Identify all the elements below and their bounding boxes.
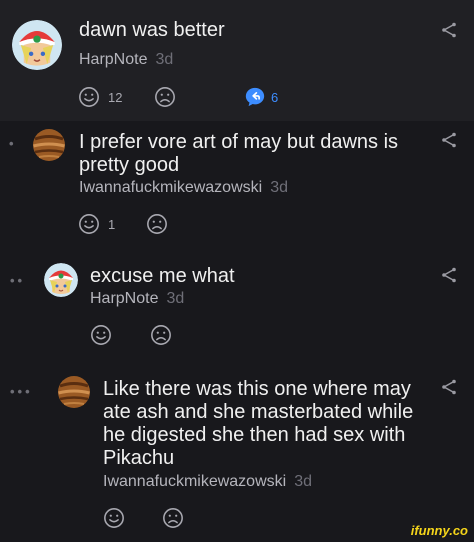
comment-item[interactable]: ••• Like there was this one where may at…	[0, 362, 474, 542]
comment-author[interactable]: Iwannafuckmikewazowski	[79, 179, 262, 196]
user-avatar[interactable]	[44, 263, 78, 297]
share-icon[interactable]	[440, 21, 458, 39]
comment-age: 3d	[294, 473, 312, 490]
like-count: 12	[108, 89, 123, 105]
smile-icon	[90, 324, 112, 346]
comment-author[interactable]: HarpNote	[79, 51, 147, 68]
reply-count: 6	[271, 89, 279, 105]
smile-button[interactable]	[90, 324, 112, 346]
smile-button[interactable]	[103, 507, 125, 529]
user-avatar[interactable]	[32, 128, 66, 162]
brown-striped-sphere-avatar-icon	[32, 128, 66, 162]
pokemon-trainer-avatar-icon	[44, 263, 78, 297]
smile-icon	[78, 213, 100, 235]
comment-meta: HarpNote 3d	[90, 289, 184, 309]
comment-text: I prefer vore art of may but dawns is pr…	[79, 131, 399, 176]
comment-age: 3d	[270, 179, 288, 196]
share-icon[interactable]	[440, 378, 458, 396]
frown-icon	[162, 507, 184, 529]
user-avatar[interactable]	[12, 20, 62, 70]
comment-meta: HarpNote 3d	[79, 50, 173, 70]
comment-text: Like there was this one where may ate as…	[103, 378, 414, 469]
smile-icon	[78, 86, 100, 108]
comment-text: excuse me what	[90, 265, 235, 287]
comment-author[interactable]: Iwannafuckmikewazowski	[103, 473, 286, 490]
comment-item[interactable]: •• excuse me what HarpNote 3d	[0, 246, 474, 362]
replies-button[interactable]: 6	[244, 86, 278, 108]
comment-age: 3d	[155, 51, 174, 68]
thread-depth-indicator: ••	[10, 273, 26, 288]
comment-text: dawn was better	[79, 19, 225, 41]
comment-item[interactable]: • I prefer vore art of may but dawns is …	[0, 121, 474, 246]
user-avatar[interactable]	[57, 375, 91, 409]
comment-meta: Iwannafuckmikewazowski 3d	[103, 472, 312, 492]
smile-button[interactable]: 1	[78, 213, 115, 235]
frown-icon	[150, 324, 172, 346]
pokemon-trainer-avatar-icon	[12, 20, 62, 70]
brown-striped-sphere-avatar-icon	[57, 375, 91, 409]
comment-meta: Iwannafuckmikewazowski 3d	[79, 178, 288, 198]
smile-icon	[103, 507, 125, 529]
frown-button[interactable]	[154, 86, 176, 108]
like-count: 1	[108, 216, 116, 232]
thread-depth-indicator: •••	[10, 384, 33, 399]
reply-bubble-icon	[244, 86, 266, 108]
smile-button[interactable]: 12	[78, 86, 122, 108]
frown-button[interactable]	[162, 507, 184, 529]
thread-depth-indicator: •	[9, 136, 17, 151]
share-icon[interactable]	[440, 131, 458, 149]
frown-icon	[154, 86, 176, 108]
frown-button[interactable]	[146, 213, 168, 235]
share-icon[interactable]	[440, 266, 458, 284]
comment-age: 3d	[166, 290, 185, 307]
ifunny-watermark: ifunny.co	[410, 523, 468, 538]
comment-item[interactable]: dawn was better HarpNote 3d 12 6	[0, 0, 474, 121]
comment-author[interactable]: HarpNote	[90, 290, 158, 307]
frown-icon	[146, 213, 168, 235]
frown-button[interactable]	[150, 324, 172, 346]
